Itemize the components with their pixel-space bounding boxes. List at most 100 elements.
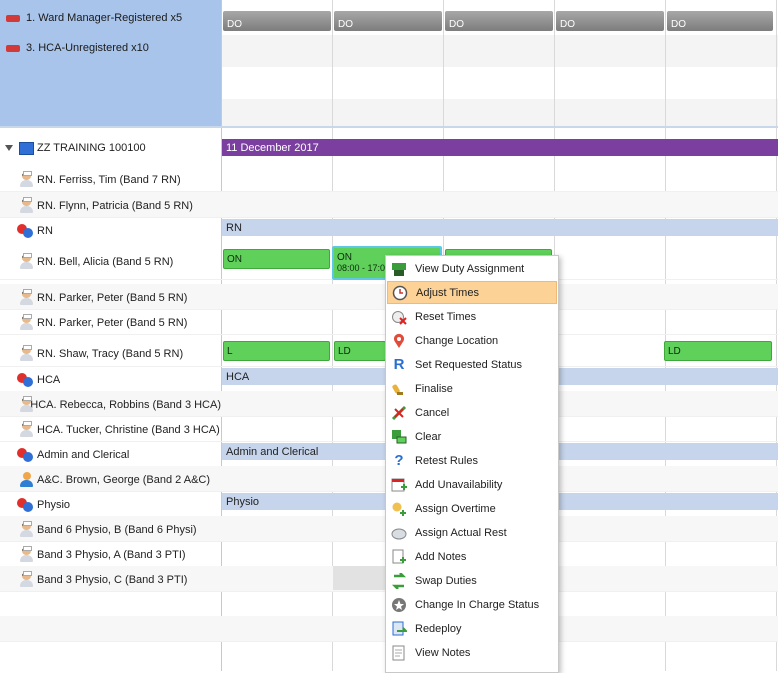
swap-icon <box>391 572 407 589</box>
menu-item-swap-duties[interactable]: Swap Duties <box>387 569 557 592</box>
nurse-icon <box>20 253 33 269</box>
nurse-icon <box>20 421 33 437</box>
overtime-icon <box>391 501 407 517</box>
nurse-icon <box>20 345 33 361</box>
requirement-item[interactable]: 1. Ward Manager-Registered x5 <box>6 9 182 27</box>
shift-block[interactable]: ON <box>223 249 330 269</box>
staff-name: RN. Parker, Peter (Band 5 RN) <box>37 316 188 329</box>
staff-row[interactable]: A&C. Brown, George (Band 2 A&C) <box>0 467 221 492</box>
staff-row[interactable]: HCA. Tucker, Christine (Band 3 HCA) <box>0 417 221 442</box>
menu-item-change-location[interactable]: Change Location <box>387 329 557 352</box>
nurse-icon <box>20 197 33 213</box>
requirement-flag-icon <box>6 14 20 22</box>
menu-item-label: Change In Charge Status <box>415 598 540 611</box>
menu-item-add-notes[interactable]: Add Notes <box>387 545 557 568</box>
menu-item-add-unavailability[interactable]: Add Unavailability <box>387 473 557 496</box>
group-row[interactable]: RN <box>0 218 221 243</box>
shift-block[interactable]: LD <box>664 341 772 361</box>
menu-item-change-in-charge-status[interactable]: Change In Charge Status <box>387 593 557 616</box>
requirement-item[interactable]: 3. HCA-Unregistered x10 <box>6 39 149 57</box>
group-row[interactable]: Physio <box>0 492 221 517</box>
menu-item-label: Add Unavailability <box>415 478 503 491</box>
staff-name: RN. Flynn, Patricia (Band 5 RN) <box>37 199 193 212</box>
menu-item-label: Add Notes <box>415 550 467 563</box>
menu-item-label: View Notes <box>415 646 471 659</box>
menu-item-cancel[interactable]: Cancel <box>387 401 557 424</box>
grid-cell-shaded[interactable] <box>333 566 385 590</box>
menu-item-finalise[interactable]: Finalise <box>387 377 557 400</box>
staff-row[interactable]: RN. Bell, Alicia (Band 5 RN) <box>0 249 221 274</box>
shift-time: 08:00 - 17:0 <box>337 263 386 273</box>
grid-band <box>222 99 778 126</box>
collapse-arrow-icon[interactable] <box>5 145 13 151</box>
staff-row[interactable]: RN. Parker, Peter (Band 5 RN) <box>0 310 221 335</box>
menu-item-label: Retest Rules <box>415 454 478 467</box>
menu-item-view-duty-assignment[interactable]: View Duty Assignment <box>387 257 557 280</box>
duty-assignment-icon <box>391 261 407 277</box>
group-row[interactable]: Admin and Clerical <box>0 442 221 467</box>
staff-name: HCA. Rebecca, Robbins (Band 3 HCA) <box>30 398 221 411</box>
menu-item-label: Set Requested Status <box>415 358 523 371</box>
requirement-label: 1. Ward Manager-Registered x5 <box>26 12 183 24</box>
menu-item-adjust-times[interactable]: Adjust Times <box>387 281 557 304</box>
nurse-icon <box>20 521 33 537</box>
staff-row[interactable]: Band 6 Physio, B (Band 6 Physi) <box>0 517 221 542</box>
staff-row[interactable]: RN. Ferriss, Tim (Band 7 RN) <box>0 167 221 192</box>
group-row[interactable]: HCA <box>0 367 221 392</box>
staff-row[interactable]: RN. Shaw, Tracy (Band 5 RN) <box>0 341 221 366</box>
requested-r-icon: R <box>393 356 405 373</box>
context-menu: View Duty Assignment Adjust Times Reset … <box>385 255 559 673</box>
cancel-icon <box>391 405 407 421</box>
shift-block[interactable]: L <box>223 341 330 361</box>
ward-row-label[interactable]: ZZ TRAINING 100100 <box>0 137 221 159</box>
duty-off-chip[interactable]: DO <box>445 11 553 31</box>
menu-item-clear[interactable]: Clear <box>387 425 557 448</box>
duty-off-chip[interactable]: DO <box>667 11 773 31</box>
retest-icon: ? <box>394 452 404 469</box>
person-icon <box>20 472 33 487</box>
menu-item-reset-times[interactable]: Reset Times <box>387 305 557 328</box>
duty-off-chip[interactable]: DO <box>223 11 331 31</box>
menu-item-retest-rules[interactable]: ? Retest Rules <box>387 449 557 472</box>
group-icon <box>17 372 33 387</box>
staff-row[interactable]: RN. Flynn, Patricia (Band 5 RN) <box>0 193 221 218</box>
requirement-label: 3. HCA-Unregistered x10 <box>26 42 149 54</box>
date-bar: 11 December 2017 <box>222 139 778 156</box>
finalise-icon <box>391 381 407 397</box>
nurse-icon <box>20 571 33 587</box>
nurse-icon <box>20 314 33 330</box>
staff-name: RN. Ferriss, Tim (Band 7 RN) <box>37 173 181 186</box>
add-notes-icon <box>391 549 407 565</box>
nurse-icon <box>20 546 33 562</box>
clear-icon <box>391 429 407 445</box>
menu-item-set-requested-status[interactable]: R Set Requested Status <box>387 353 557 376</box>
staff-row[interactable]: HCA. Rebecca, Robbins (Band 3 HCA) <box>0 392 221 417</box>
rest-icon <box>391 525 407 541</box>
menu-item-label: Reset Times <box>415 310 477 323</box>
menu-item-label: Assign Actual Rest <box>415 526 507 539</box>
grid-band <box>222 35 778 67</box>
requirements-panel: 1. Ward Manager-Registered x5 3. HCA-Unr… <box>0 0 221 126</box>
reset-icon <box>391 309 407 325</box>
location-pin-icon <box>391 333 407 349</box>
menu-item-assign-actual-rest[interactable]: Assign Actual Rest <box>387 521 557 544</box>
clock-icon <box>392 285 408 301</box>
staff-row[interactable]: Band 3 Physio, A (Band 3 PTI) <box>0 542 221 567</box>
menu-item-view-notes[interactable]: View Notes <box>387 641 557 664</box>
group-name: HCA <box>37 373 61 386</box>
staff-row[interactable]: RN. Parker, Peter (Band 5 RN) <box>0 285 221 310</box>
group-icon <box>17 447 33 462</box>
menu-item-label: Clear <box>415 430 442 443</box>
group-name: RN <box>37 224 53 237</box>
nurse-icon <box>20 289 33 305</box>
duty-off-chip[interactable]: DO <box>334 11 442 31</box>
menu-item-label: Assign Overtime <box>415 502 496 515</box>
group-name: Physio <box>37 498 71 511</box>
menu-item-redeploy[interactable]: Redeploy <box>387 617 557 640</box>
category-bar: RN <box>222 219 778 236</box>
ward-icon <box>19 141 34 155</box>
staff-row[interactable]: Band 3 Physio, C (Band 3 PTI) <box>0 567 221 592</box>
duty-off-chip[interactable]: DO <box>556 11 664 31</box>
menu-item-assign-overtime[interactable]: Assign Overtime <box>387 497 557 520</box>
shift-block[interactable]: LD <box>334 341 386 361</box>
